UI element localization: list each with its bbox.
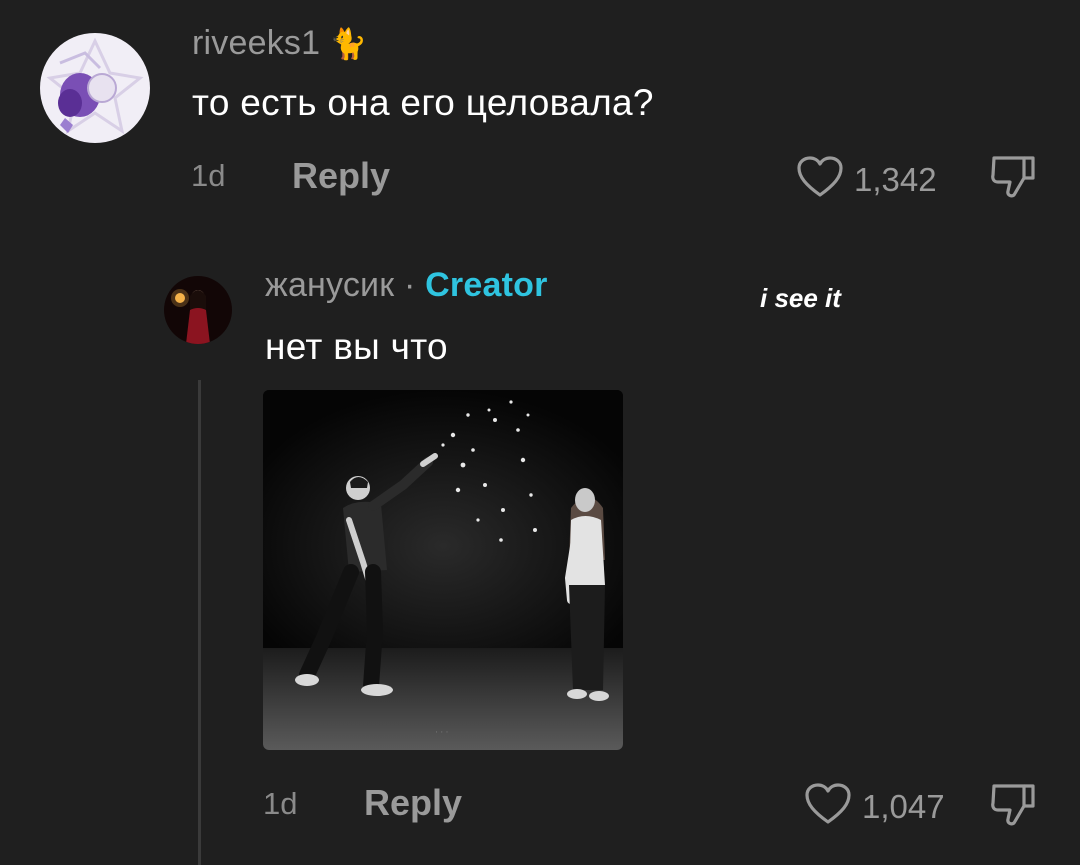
commenter-username[interactable]: riveeks1 🐈 <box>192 24 367 63</box>
creator-avatar[interactable] <box>164 276 232 344</box>
reply-like-count: 1,047 <box>862 787 945 825</box>
thumbs-down-outline-icon <box>988 156 1038 204</box>
comment-text: то есть она его целовала? <box>192 82 654 123</box>
heart-outline-icon <box>796 155 844 204</box>
svg-text:· · ·: · · · <box>435 727 449 737</box>
overlay-caption: i see it <box>760 283 841 313</box>
creator-badge: Creator <box>425 266 548 304</box>
comment-like-button[interactable]: 1,342 <box>796 155 937 204</box>
thumbs-down-outline-icon <box>988 784 1038 832</box>
comment-reply-button[interactable]: Reply <box>292 155 390 197</box>
cat-emoji-icon: 🐈 <box>329 28 368 61</box>
comment-like-count: 1,342 <box>854 160 937 198</box>
comments-screen: riveeks1 🐈 то есть она его целовала? 1d … <box>0 0 1080 865</box>
reply-gif-image[interactable]: · · · <box>263 390 623 750</box>
reply-timestamp: 1d <box>263 786 298 821</box>
commenter-avatar[interactable] <box>40 33 150 143</box>
reply-text: нет вы что <box>265 326 448 367</box>
reply-like-button[interactable]: 1,047 <box>804 782 945 831</box>
username-separator: · <box>403 266 416 304</box>
creator-username[interactable]: жанусик <box>265 266 394 304</box>
comment-dislike-button[interactable] <box>988 152 1038 205</box>
reply-reply-button[interactable]: Reply <box>364 782 462 824</box>
reply-dislike-button[interactable] <box>988 780 1038 833</box>
comment-timestamp: 1d <box>191 158 226 193</box>
heart-outline-icon <box>804 782 852 831</box>
reply-thread-line <box>198 380 201 865</box>
creator-username-row: жанусик · Creator <box>265 266 548 305</box>
